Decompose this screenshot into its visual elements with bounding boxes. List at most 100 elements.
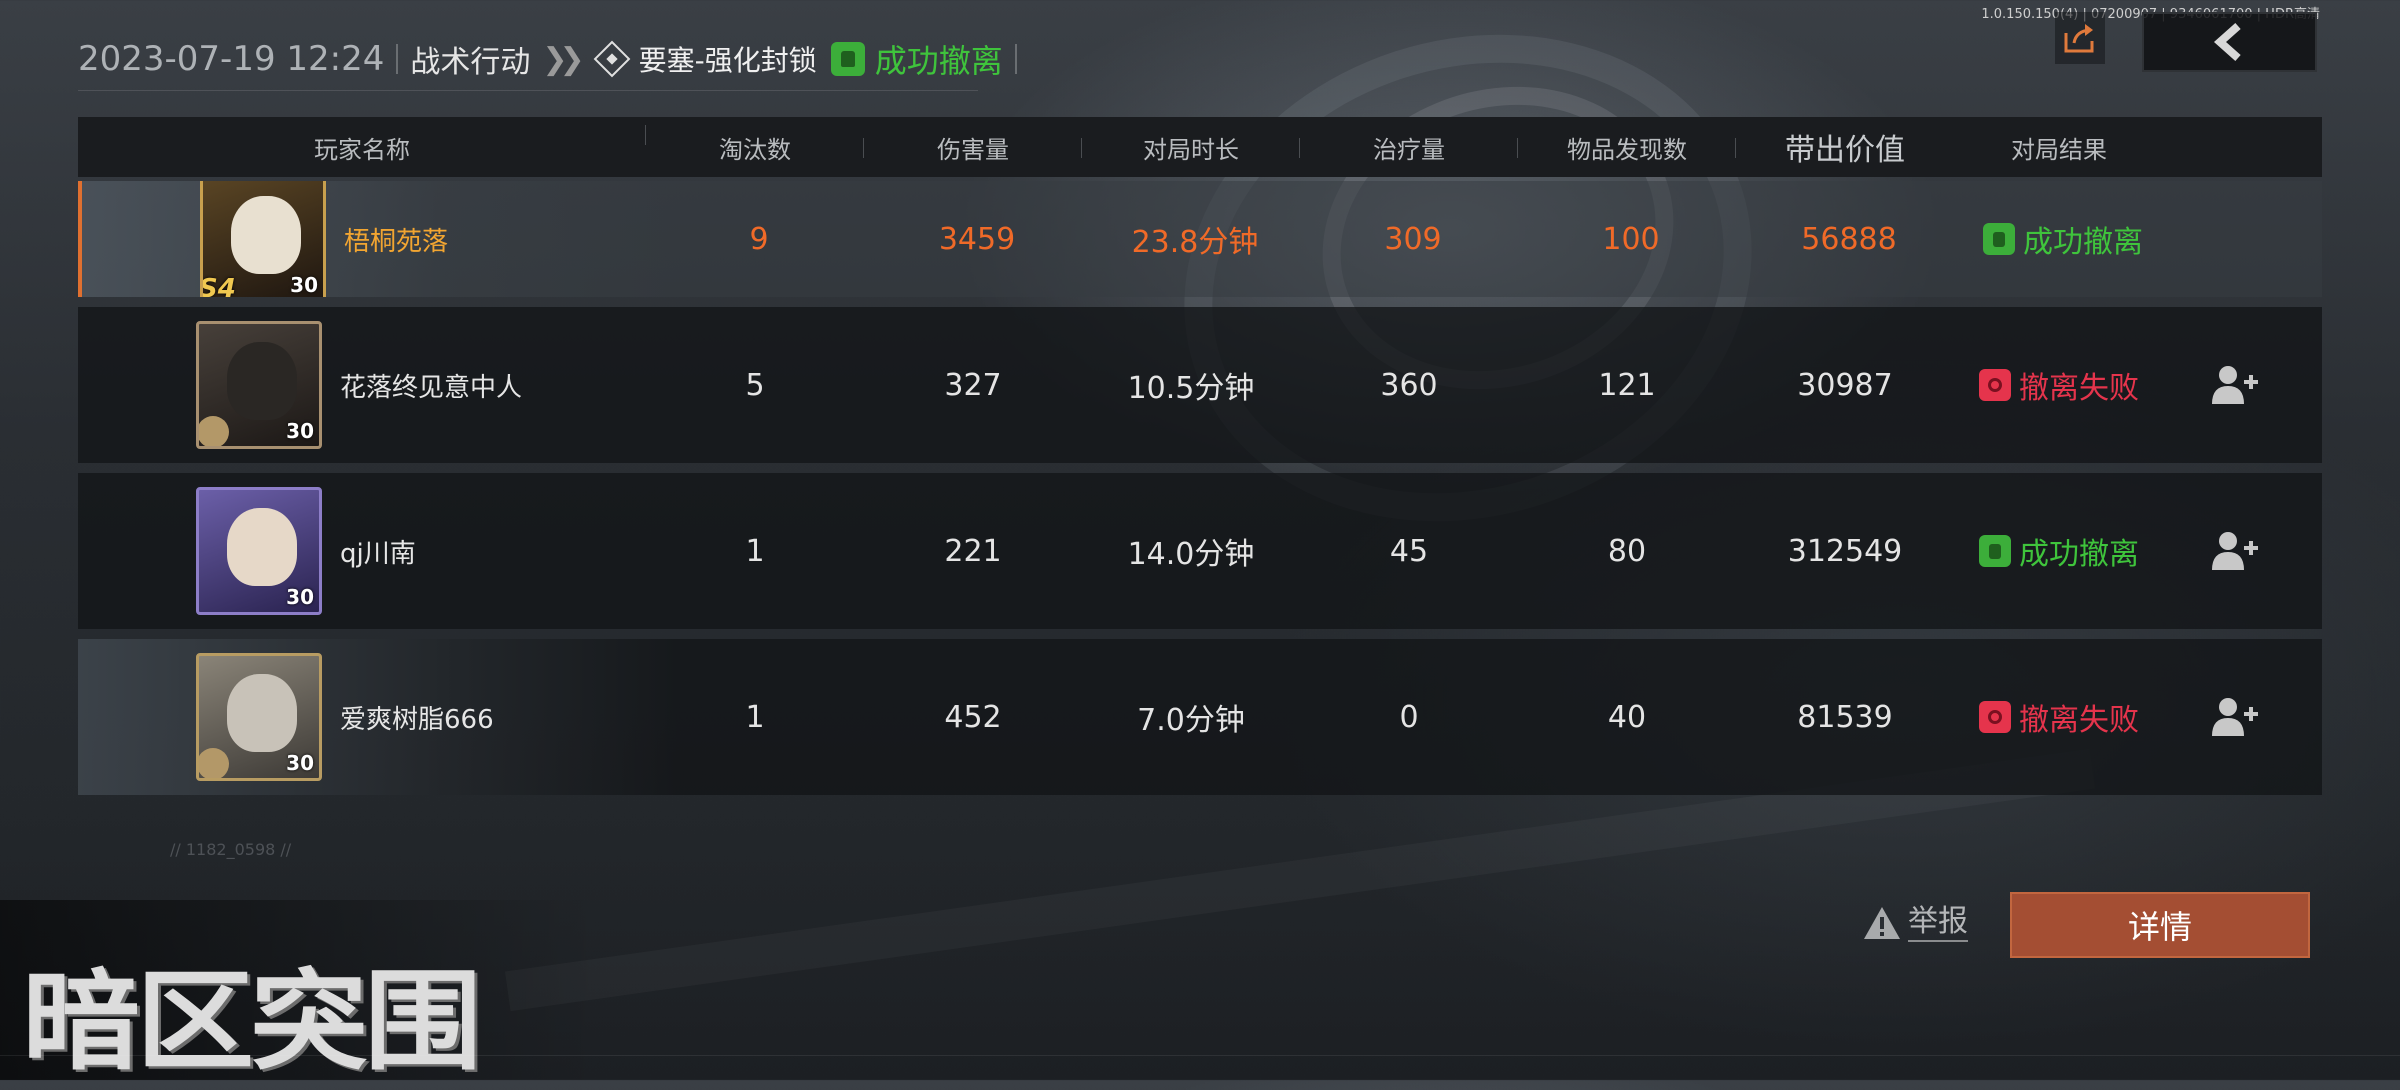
col-result: 对局结果 <box>2011 135 2107 164</box>
extract-fail-icon <box>1979 369 2011 401</box>
value-value: 56888 <box>1801 221 1897 257</box>
kills-value: 9 <box>749 221 769 257</box>
match-result: 成功撤离 <box>874 42 1003 80</box>
scoreboard-table: 玩家名称 淘汰数 伤害量 对局时长 治疗量 物品发现数 带出价值 对局结果 S4… <box>78 117 2322 795</box>
player-level: 30 <box>290 273 318 297</box>
bottom-divider <box>0 1055 2400 1056</box>
match-id-footnote: // 1182_0598 // <box>170 840 292 859</box>
add-friend-icon <box>2212 698 2258 736</box>
result-cell: 成功撤离 <box>1954 529 2164 573</box>
table-row-self[interactable]: S4 30 梧桐苑落 9 3459 23.8分钟 309 100 56888 成… <box>78 181 2322 297</box>
table-row[interactable]: 30 爱爽树脂666 1 452 7.0分钟 0 40 81539 撤离失败 <box>78 639 2322 795</box>
back-arrow-icon <box>2213 23 2241 61</box>
heal-value: 45 <box>1389 533 1429 569</box>
items-value: 80 <box>1607 533 1647 569</box>
avatar[interactable]: 30 <box>196 653 322 781</box>
warning-icon <box>1864 907 1900 939</box>
avatar-face <box>227 674 297 752</box>
avatar[interactable]: S4 30 <box>200 181 326 297</box>
avatar[interactable]: 30 <box>196 487 322 615</box>
damage-value: 327 <box>944 367 1002 403</box>
kills-value: 5 <box>745 367 765 403</box>
damage-value: 452 <box>944 699 1002 735</box>
result-badge: 撤离失败 <box>1979 363 2139 407</box>
player-level: 30 <box>286 751 314 775</box>
duration-value: 10.5分钟 <box>1127 371 1255 406</box>
result-cell: 撤离失败 <box>1954 695 2164 739</box>
value-value: 81539 <box>1797 699 1893 735</box>
add-friend-button[interactable] <box>2164 696 2304 738</box>
col-items: 物品发现数 <box>1518 130 1736 165</box>
col-player-name: 玩家名称 <box>78 117 646 177</box>
kills-value: 1 <box>745 533 765 569</box>
header-underline <box>78 90 978 91</box>
add-friend-icon <box>2212 366 2258 404</box>
duration-value: 14.0分钟 <box>1127 537 1255 572</box>
col-duration: 对局时长 <box>1082 130 1300 165</box>
table-header: 玩家名称 淘汰数 伤害量 对局时长 治疗量 物品发现数 带出价值 对局结果 <box>78 117 2322 177</box>
result-text: 撤离失败 <box>2019 703 2139 738</box>
player-cell: 30 花落终见意中人 <box>78 307 646 463</box>
player-cell: S4 30 梧桐苑落 <box>82 181 650 297</box>
value-value: 30987 <box>1797 367 1893 403</box>
avatar-face <box>231 196 301 274</box>
player-name: qj川南 <box>340 538 416 569</box>
match-datetime: 2023-07-19 12:24 <box>78 39 385 79</box>
share-icon <box>2064 24 2094 53</box>
heal-value: 309 <box>1384 221 1442 257</box>
items-value: 40 <box>1607 699 1647 735</box>
items-value: 100 <box>1602 221 1660 257</box>
map-diamond-icon <box>593 40 631 78</box>
header-divider <box>396 44 399 74</box>
result-badge: 撤离失败 <box>1979 695 2139 739</box>
value-value: 312549 <box>1787 533 1903 569</box>
match-mode: 战术行动 <box>410 45 531 80</box>
result-cell: 撤离失败 <box>1954 363 2164 407</box>
game-logo: 暗区突围 <box>22 957 482 1085</box>
result-cell: 成功撤离 <box>1958 217 2168 261</box>
avatar-face <box>227 342 297 420</box>
duration-value: 7.0分钟 <box>1137 703 1245 738</box>
details-button[interactable]: 详情 <box>2010 892 2310 958</box>
result-text: 成功撤离 <box>2023 225 2143 260</box>
avatar[interactable]: 30 <box>196 321 322 449</box>
table-row[interactable]: 30 花落终见意中人 5 327 10.5分钟 360 121 30987 撤离… <box>78 307 2322 463</box>
col-value: 带出价值 <box>1785 133 1905 168</box>
player-name: 梧桐苑落 <box>344 226 449 257</box>
result-text: 成功撤离 <box>2019 537 2139 572</box>
player-name: 爱爽树脂666 <box>340 704 494 735</box>
result-badge: 成功撤离 <box>1979 529 2139 573</box>
extract-success-icon <box>1979 535 2011 567</box>
player-level: 30 <box>286 419 314 443</box>
player-cell: 30 qj川南 <box>78 473 646 629</box>
map-name: 要塞-强化封锁 <box>638 44 817 77</box>
double-chevron-icon: ❯❯ <box>542 41 584 77</box>
result-badge: 成功撤离 <box>1983 217 2143 261</box>
add-friend-button[interactable] <box>2164 530 2304 572</box>
items-value: 121 <box>1598 367 1656 403</box>
table-row[interactable]: 30 qj川南 1 221 14.0分钟 45 80 312549 成功撤离 <box>78 473 2322 629</box>
octopus-emblem-icon <box>199 416 229 446</box>
col-damage: 伤害量 <box>864 130 1082 165</box>
add-friend-button[interactable] <box>2164 364 2304 406</box>
report-button[interactable]: 举报 <box>1862 904 1968 942</box>
add-friend-icon <box>2212 532 2258 570</box>
avatar-face <box>227 508 297 586</box>
player-level: 30 <box>286 585 314 609</box>
header-divider-end <box>1014 44 1017 74</box>
damage-value: 3459 <box>938 221 1016 257</box>
col-kills: 淘汰数 <box>646 130 864 165</box>
extract-success-icon <box>830 42 865 76</box>
report-label: 举报 <box>1908 904 1968 942</box>
player-name: 花落终见意中人 <box>340 372 523 403</box>
result-text: 撤离失败 <box>2019 371 2139 406</box>
back-button[interactable] <box>2142 12 2317 72</box>
match-header: 2023-07-19 12:24 战术行动 ❯❯ 要塞-强化封锁 成功撤离 <box>78 32 1029 86</box>
heal-value: 0 <box>1399 699 1419 735</box>
heal-value: 360 <box>1380 367 1438 403</box>
extract-fail-icon <box>1979 701 2011 733</box>
extract-success-icon <box>1983 223 2015 255</box>
col-heal: 治疗量 <box>1300 130 1518 165</box>
kills-value: 1 <box>745 699 765 735</box>
share-button[interactable] <box>2055 12 2105 64</box>
